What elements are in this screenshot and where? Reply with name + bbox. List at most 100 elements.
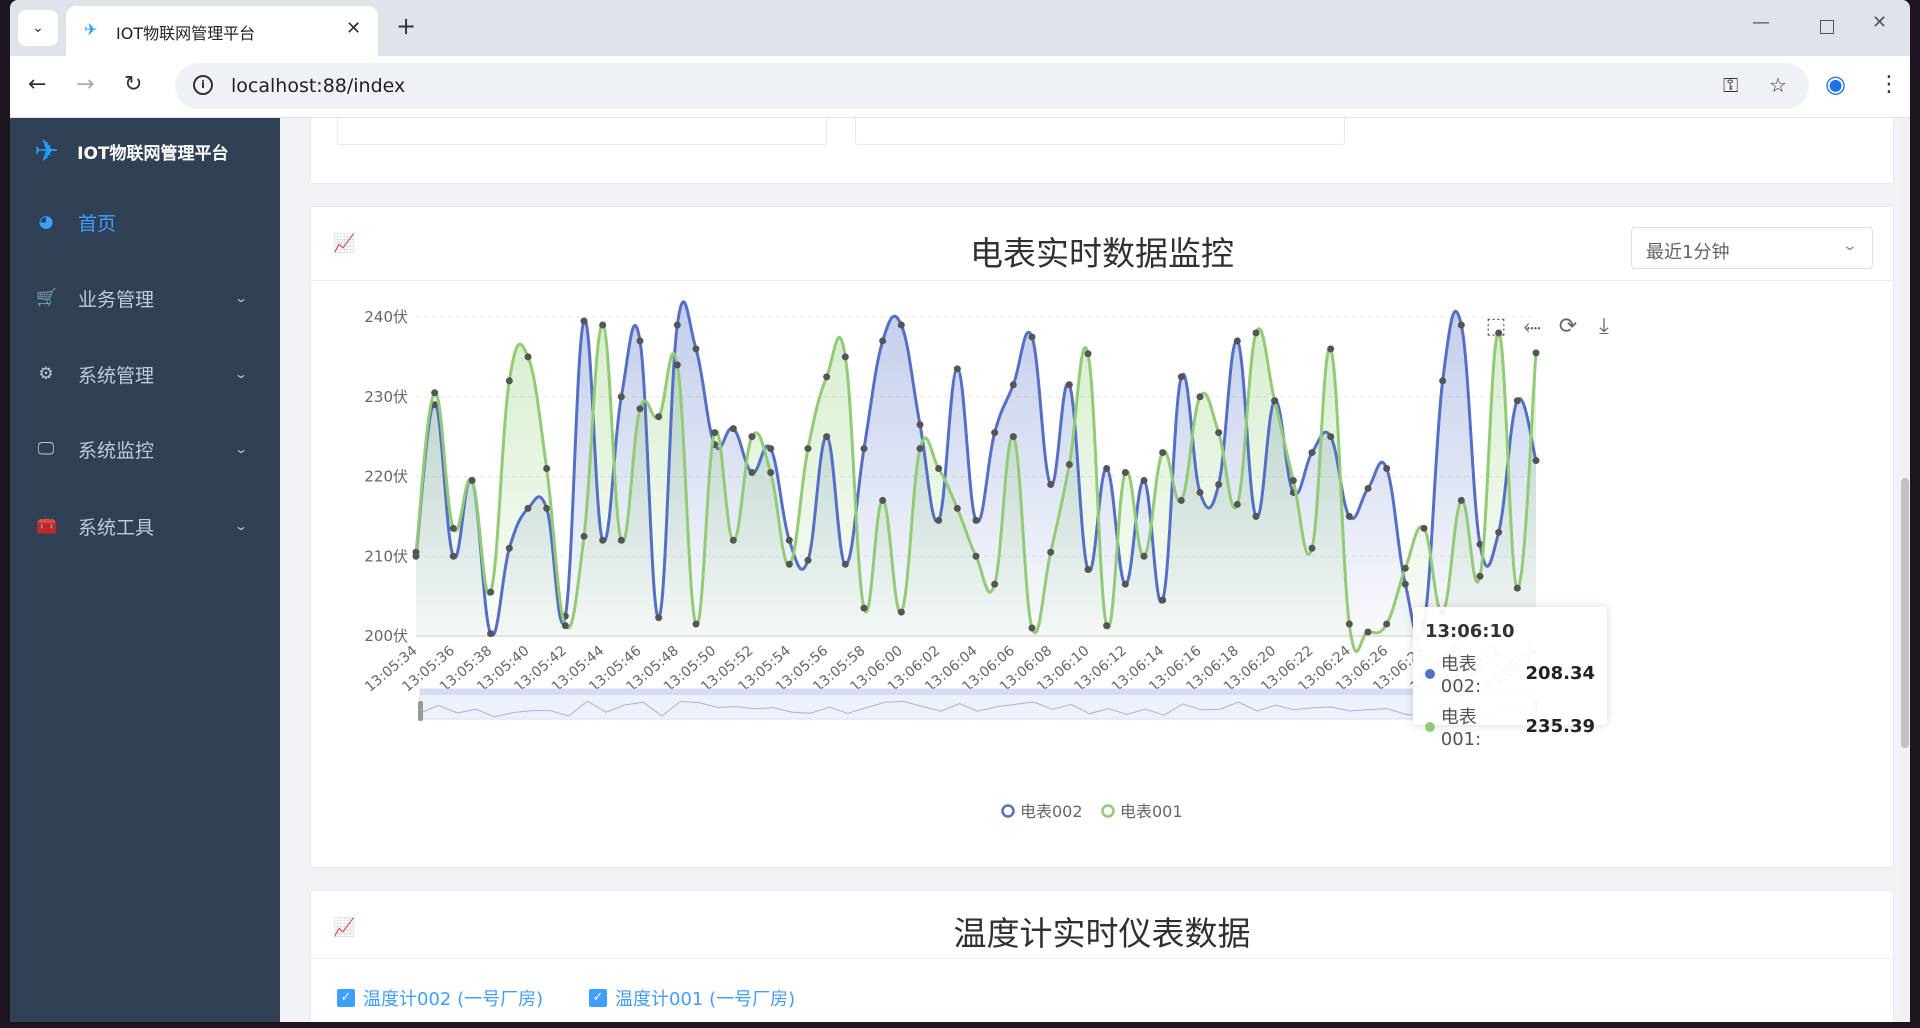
close-tab-icon[interactable]: ✕ (346, 18, 361, 39)
sidebar-item-label: 系统监控 (78, 439, 155, 462)
site-info-icon[interactable]: i (193, 75, 213, 95)
data-point (1271, 397, 1279, 405)
sidebar-item-system[interactable]: ⚙ 系统管理 ⌄ (10, 346, 280, 402)
data-point (412, 548, 420, 556)
data-point (1009, 433, 1017, 441)
data-point (1457, 496, 1465, 504)
data-point (748, 433, 756, 441)
chevron-down-icon: ⌄ (233, 367, 249, 381)
data-point (487, 630, 495, 638)
data-point (1103, 622, 1111, 630)
y-tick-label: 240伏 (364, 308, 408, 326)
data-point (1401, 564, 1409, 572)
download-icon[interactable]: ⤓ (1599, 314, 1609, 339)
data-point (1252, 329, 1260, 337)
time-range-value: 最近1分钟 (1646, 242, 1730, 263)
address-bar[interactable]: i localhost:88/index ⚿ ☆ (175, 63, 1809, 109)
zoom-reset-icon[interactable]: ⬸ (1523, 314, 1541, 339)
checkbox-thermometer-002[interactable]: ✓ 温度计002 (一号厂房) (337, 985, 543, 1011)
card-header: 📈 电表实时数据监控 最近1分钟 ⌄ (311, 207, 1893, 281)
data-point (1047, 548, 1055, 556)
checkbox-checked-icon: ✓ (589, 989, 607, 1007)
data-point (767, 469, 775, 477)
overview-subcard (855, 118, 1345, 145)
data-point (1028, 624, 1036, 632)
time-range-select[interactable]: 最近1分钟 ⌄ (1631, 227, 1873, 269)
data-point (580, 532, 588, 540)
data-point (1065, 461, 1073, 469)
forward-icon[interactable]: → (76, 72, 94, 97)
data-point (655, 413, 663, 421)
data-point (711, 429, 719, 437)
close-window-icon[interactable]: ✕ (1872, 12, 1887, 33)
meter-line-chart[interactable]: 200伏210伏220伏230伏240伏13:05:3413:05:3613:0… (311, 281, 1895, 861)
sidebar-item-home[interactable]: ◕ 首页 (10, 194, 280, 250)
data-point (692, 345, 700, 353)
data-point (655, 614, 663, 622)
star-icon[interactable]: ☆ (1769, 73, 1787, 97)
card-header: 📈 温度计实时仪表数据 (311, 891, 1893, 959)
data-point (524, 504, 532, 512)
sidebar-item-monitor[interactable]: 🖵 系统监控 ⌄ (10, 421, 280, 477)
browser-window: ⌄ ✈ IOT物联网管理平台 ✕ + — ✕ ← → ↻ i localhost… (10, 0, 1910, 1022)
zoom-icon[interactable]: ⬚ (1486, 314, 1507, 339)
sidebar-item-label: 业务管理 (78, 288, 155, 311)
data-point (543, 504, 551, 512)
data-point (543, 465, 551, 473)
data-point (449, 524, 457, 532)
checkbox-thermometer-001[interactable]: ✓ 温度计001 (一号厂房) (589, 985, 795, 1011)
y-tick-label: 200伏 (364, 627, 408, 645)
tooltip-series-name: 电表001: (1440, 707, 1482, 750)
data-point (841, 560, 849, 568)
app-logo[interactable]: ✈ IOT物联网管理平台 (34, 134, 229, 169)
temperature-title: 温度计实时仪表数据 (953, 914, 1251, 953)
back-icon[interactable]: ← (28, 72, 46, 97)
data-point (953, 365, 961, 373)
chevron-down-icon: ⌄ (233, 519, 249, 533)
page-scrollbar[interactable] (1900, 118, 1910, 1022)
overview-card (310, 118, 1894, 184)
data-point (1327, 345, 1335, 353)
new-tab-icon[interactable]: + (396, 12, 416, 40)
data-point (580, 317, 588, 325)
data-point (1196, 393, 1204, 401)
data-point (804, 445, 812, 453)
data-point (673, 361, 681, 369)
data-point (1364, 628, 1372, 636)
checkbox-checked-icon: ✓ (337, 989, 355, 1007)
data-point (972, 552, 980, 560)
data-point (1215, 480, 1223, 488)
data-point (1084, 350, 1092, 358)
data-point (729, 425, 737, 433)
data-point (860, 604, 868, 612)
menu-kebab-icon[interactable]: ⋮ (1878, 72, 1900, 97)
data-point (449, 552, 457, 560)
data-point (823, 433, 831, 441)
data-point (1215, 429, 1223, 437)
sidebar-item-label: 系统工具 (78, 516, 155, 539)
minimize-icon[interactable]: — (1752, 12, 1770, 33)
tooltip-series-name: 电表002: (1440, 654, 1482, 697)
tab-list-button[interactable]: ⌄ (18, 10, 58, 46)
restore-icon[interactable]: ⟳ (1559, 314, 1577, 339)
scrollbar-thumb[interactable] (1901, 478, 1909, 748)
sidebar-item-label: 首页 (78, 212, 117, 235)
data-point (1513, 584, 1521, 592)
data-point (1140, 476, 1148, 484)
reload-icon[interactable]: ↻ (124, 72, 142, 97)
key-icon[interactable]: ⚿ (1723, 73, 1738, 97)
maximize-icon[interactable] (1820, 20, 1834, 34)
data-point (1233, 500, 1241, 508)
sidebar-item-business[interactable]: 🛒 业务管理 ⌄ (10, 270, 280, 326)
data-zoom-handle-left[interactable] (418, 701, 423, 721)
meter-chart-card: 📈 电表实时数据监控 最近1分钟 ⌄ 200伏 210伏 220伏 230伏 240伏 1… (310, 206, 1894, 868)
data-point (1383, 620, 1391, 628)
data-point (1028, 333, 1036, 341)
profile-icon[interactable]: ◉ (1825, 70, 1846, 98)
y-tick-label: 230伏 (364, 388, 408, 406)
sidebar-item-tools[interactable]: 🧰 系统工具 ⌄ (10, 498, 280, 554)
data-point (823, 373, 831, 381)
toolbox-icon: 🧰 (36, 516, 58, 536)
data-point (953, 504, 961, 512)
browser-tab[interactable]: ✈ IOT物联网管理平台 ✕ (66, 6, 378, 56)
